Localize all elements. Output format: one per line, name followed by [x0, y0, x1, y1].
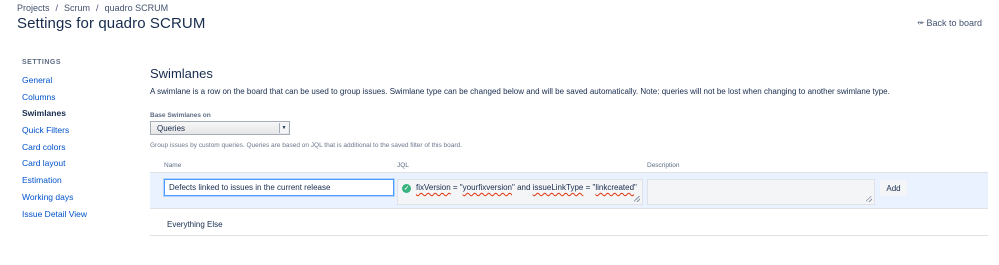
swimlanes-table-header: Name JQL Description — [150, 159, 988, 173]
base-swimlanes-help: Group issues by custom queries. Queries … — [150, 142, 462, 149]
sidebar-item-working-days[interactable]: Working days — [22, 191, 132, 208]
breadcrumb: Projects / Scrum / quadro SCRUM — [17, 3, 168, 13]
sidebar-item-general[interactable]: General — [22, 74, 132, 91]
column-header-description: Description — [647, 162, 680, 169]
dropdown-arrow-icon: ▼ — [279, 123, 288, 133]
base-swimlanes-select[interactable]: Queries ▼ — [150, 121, 290, 135]
sidebar-item-quick-filters[interactable]: Quick Filters — [22, 124, 132, 141]
add-swimlane-button[interactable]: Add — [880, 180, 907, 196]
swimlane-name-input[interactable] — [164, 179, 394, 196]
breadcrumb-separator: / — [96, 3, 99, 13]
breadcrumb-separator: / — [55, 3, 59, 13]
section-title: Swimlanes — [150, 66, 213, 81]
breadcrumb-board[interactable]: quadro SCRUM — [105, 3, 169, 13]
new-swimlane-row: ✓ fixVersion = "yourfixversion" and issu… — [150, 173, 988, 209]
swimlane-name: Everything Else — [167, 220, 223, 229]
column-header-name: Name — [164, 162, 182, 169]
resize-handle-icon[interactable] — [866, 196, 872, 202]
base-swimlanes-label: Base Swimlanes on — [150, 112, 211, 119]
jql-query-text: fixVersion = "yourfixversion" and issueL… — [416, 183, 637, 192]
sidebar-item-swimlanes[interactable]: Swimlanes — [22, 107, 132, 124]
back-arrow-icon: ⬰ — [917, 17, 925, 27]
back-to-board-link[interactable]: ⬰ Back to board — [917, 17, 982, 28]
swimlane-description-input[interactable] — [647, 179, 875, 205]
breadcrumb-scrum[interactable]: Scrum — [64, 3, 90, 13]
valid-check-icon: ✓ — [402, 184, 411, 193]
sidebar-item-card-colors[interactable]: Card colors — [22, 141, 132, 158]
sidebar-item-issue-detail-view[interactable]: Issue Detail View — [22, 208, 132, 225]
base-swimlanes-value: Queries — [157, 123, 186, 133]
sidebar-item-columns[interactable]: Columns — [22, 91, 132, 108]
section-description: A swimlane is a row on the board that ca… — [150, 87, 890, 96]
sidebar-item-estimation[interactable]: Estimation — [22, 174, 132, 191]
sidebar-item-card-layout[interactable]: Card layout — [22, 157, 132, 174]
breadcrumb-projects[interactable]: Projects — [17, 3, 50, 13]
settings-sidebar: SETTINGS General Columns Swimlanes Quick… — [22, 59, 132, 224]
back-to-board-label: Back to board — [926, 17, 982, 28]
swimlanes-section: Swimlanes A swimlane is a row on the boa… — [150, 66, 988, 96]
swimlane-row: Everything Else — [150, 209, 988, 236]
resize-handle-icon[interactable] — [634, 196, 640, 202]
swimlane-jql-input[interactable]: ✓ fixVersion = "yourfixversion" and issu… — [397, 179, 643, 205]
page-title: Settings for quadro SCRUM — [17, 15, 206, 32]
sidebar-heading: SETTINGS — [22, 59, 62, 66]
column-header-jql: JQL — [397, 162, 409, 169]
